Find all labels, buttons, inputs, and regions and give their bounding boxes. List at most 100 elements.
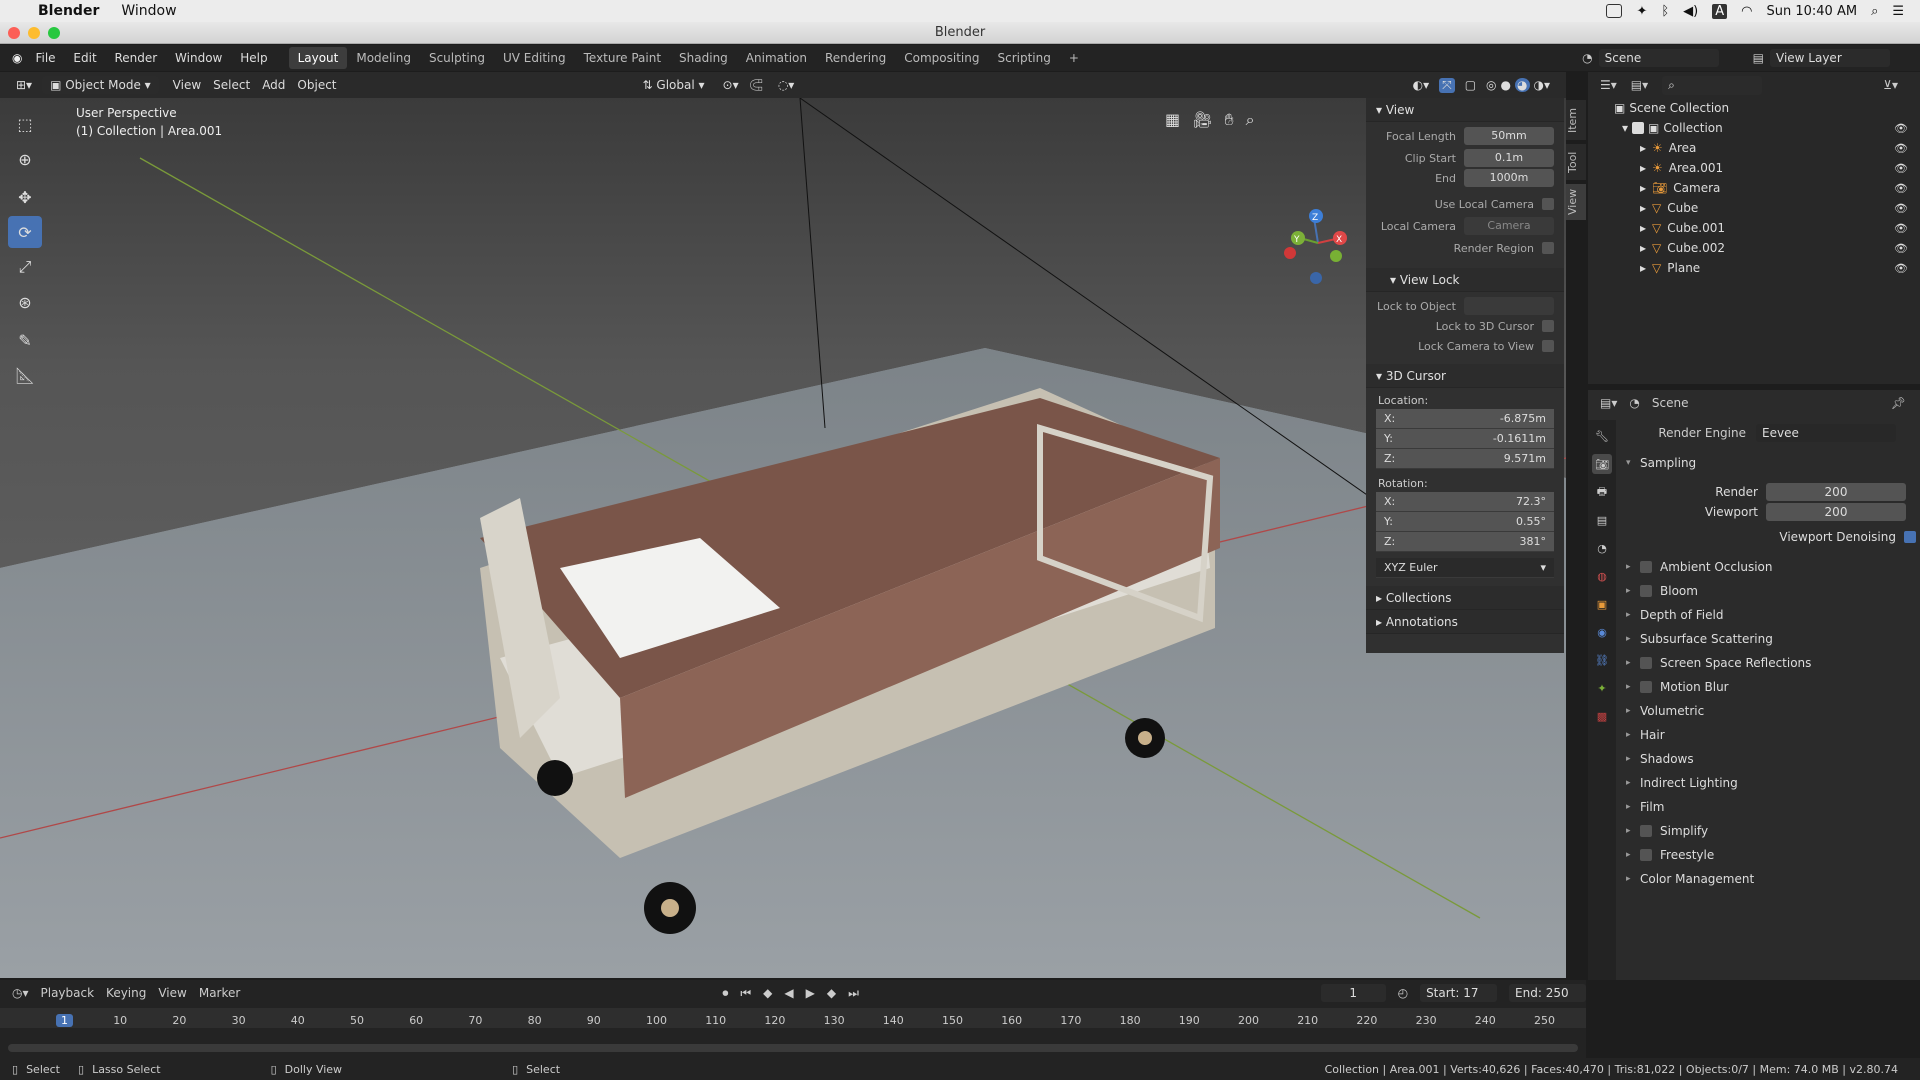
3d-viewport[interactable]: Z X Y User Perspective (1) Collection | … [0, 98, 1566, 978]
outliner-item[interactable]: ▸ ▽ Cube.001 👁︎ [1588, 218, 1920, 238]
window-menu[interactable]: Window [121, 3, 176, 19]
texture-props-icon[interactable]: ▩ [1592, 706, 1612, 726]
eye-icon[interactable]: 👁︎ [1894, 182, 1908, 195]
section-volumetric[interactable]: ▸ Volumetric [1626, 701, 1916, 721]
annotate-tool-icon[interactable]: ✎ [8, 324, 42, 356]
notification-icon[interactable]: ☰ [1892, 4, 1904, 19]
tab-item[interactable]: Item [1566, 100, 1586, 140]
view-section-header[interactable]: ▾ View [1366, 98, 1564, 122]
physics-props-icon[interactable]: ◉ [1592, 622, 1612, 642]
clip-start-field[interactable]: 0.1m [1464, 149, 1554, 167]
outliner-item[interactable]: ▸ 📷︎ Camera 👁︎ [1588, 178, 1920, 198]
view-layer-props-icon[interactable]: ▤ [1592, 510, 1612, 530]
eye-icon[interactable]: 👁︎ [1894, 142, 1908, 155]
cursor-rot-y[interactable]: Y: 0.55° [1376, 512, 1554, 532]
navigation-gizmo[interactable]: Z X Y [1284, 209, 1347, 284]
section-motion-blur[interactable]: ▸ Motion Blur [1626, 677, 1916, 697]
cursor-rot-z[interactable]: Z: 381° [1376, 532, 1554, 552]
tab-layout[interactable]: Layout [288, 47, 348, 69]
rotation-mode-dropdown[interactable]: XYZ Euler ▾ [1376, 558, 1554, 578]
constraint-props-icon[interactable]: ⛓︎ [1592, 650, 1612, 670]
transform-tool-icon[interactable]: ⊛ [8, 286, 42, 318]
select-menu[interactable]: Select [213, 78, 250, 92]
section-depth-of-field[interactable]: ▸ Depth of Field [1626, 605, 1916, 625]
cursor-rot-x[interactable]: X: 72.3° [1376, 492, 1554, 512]
viewport-samples-field[interactable]: 200 [1766, 503, 1906, 521]
scene-props-tab-icon[interactable]: ◔ [1592, 538, 1612, 558]
collection-checkbox[interactable] [1632, 122, 1645, 134]
section-hair[interactable]: ▸ Hair [1626, 725, 1916, 745]
timeline-editor-icon[interactable]: ◷▾ [12, 986, 29, 1000]
outliner-editor-icon[interactable]: ☰▾ [1600, 78, 1617, 92]
minimize-window-button[interactable] [28, 27, 40, 39]
section-ambient-occlusion[interactable]: ▸ Ambient Occlusion [1626, 557, 1916, 577]
keying-menu[interactable]: Keying [106, 986, 146, 1000]
display-mode-icon[interactable]: ▤▾ [1631, 78, 1648, 92]
pan-hand-icon[interactable]: ✋︎ [1224, 110, 1233, 130]
add-menu[interactable]: Add [262, 78, 285, 92]
eye-icon[interactable]: 👁︎ [1894, 162, 1908, 175]
clock-icon[interactable]: ◴ [1398, 986, 1408, 1000]
timeline-scrollbar[interactable] [8, 1044, 1578, 1052]
denoise-checkbox[interactable] [1904, 531, 1916, 543]
view-menu[interactable]: View [173, 78, 201, 92]
properties-editor-icon[interactable]: ▤▾ [1600, 396, 1617, 410]
lock-3d-cursor-checkbox[interactable] [1542, 320, 1554, 332]
bluetooth-icon[interactable]: ᛒ [1661, 4, 1669, 19]
section-checkbox[interactable] [1640, 561, 1652, 573]
section-film[interactable]: ▸ Film [1626, 797, 1916, 817]
shading-wire-icon[interactable]: ◎ [1486, 78, 1496, 92]
section-simplify[interactable]: ▸ Simplify [1626, 821, 1916, 841]
outliner-collection[interactable]: ▾ ▣ Collection 👁︎ [1588, 118, 1920, 138]
shading-solid-icon[interactable]: ● [1501, 78, 1511, 92]
orientation-selector[interactable]: ⇅ Global ▾ [643, 78, 705, 92]
blender-logo-icon[interactable]: ◉ [12, 51, 22, 65]
tab-tool[interactable]: Tool [1566, 144, 1586, 180]
outliner-scene-collection[interactable]: ▣ Scene Collection [1588, 98, 1920, 118]
outliner-search-input[interactable]: ⌕ [1662, 75, 1763, 95]
jump-start-icon[interactable]: ⏮ [740, 986, 751, 1001]
camera-view-icon[interactable]: 🎥︎ [1192, 110, 1212, 130]
eye-icon[interactable]: 👁︎ [1894, 242, 1908, 255]
eye-icon[interactable]: 👁︎ [1894, 202, 1908, 215]
cursor-loc-y[interactable]: Y: -0.1611m [1376, 429, 1554, 449]
teamviewer-icon[interactable] [1606, 4, 1623, 18]
pin-icon[interactable]: 📌︎ [1891, 396, 1906, 410]
3d-cursor-header[interactable]: ▾ 3D Cursor [1366, 364, 1564, 388]
filter-icon[interactable]: ⊻▾ [1883, 78, 1898, 92]
collections-header[interactable]: ▸ Collections [1366, 586, 1564, 610]
section-indirect-lighting[interactable]: ▸ Indirect Lighting [1626, 773, 1916, 793]
render-samples-field[interactable]: 200 [1766, 483, 1906, 501]
local-camera-field[interactable]: Camera [1464, 217, 1554, 235]
input-source-icon[interactable]: A [1712, 3, 1728, 19]
section-subsurface-scattering[interactable]: ▸ Subsurface Scattering [1626, 629, 1916, 649]
tab-view[interactable]: View [1566, 184, 1586, 220]
scene-icon[interactable]: ◔ [1582, 51, 1592, 65]
use-local-camera-checkbox[interactable] [1542, 198, 1554, 210]
world-props-icon[interactable]: ◍ [1592, 566, 1612, 586]
section-screen-space-reflections[interactable]: ▸ Screen Space Reflections [1626, 653, 1916, 673]
menu-help[interactable]: Help [240, 51, 267, 65]
output-props-icon[interactable]: 🖶︎ [1592, 482, 1612, 502]
render-engine-dropdown[interactable]: Eevee [1756, 424, 1896, 442]
tab-animation[interactable]: Animation [737, 47, 816, 69]
next-key-icon[interactable]: ◆ [827, 986, 836, 1000]
data-props-icon[interactable]: ✦ [1592, 678, 1612, 698]
prev-key-icon[interactable]: ◆ [763, 986, 772, 1000]
scene-selector[interactable]: Scene [1598, 49, 1719, 67]
object-menu[interactable]: Object [297, 78, 336, 92]
tab-texture-paint[interactable]: Texture Paint [575, 47, 670, 69]
menu-edit[interactable]: Edit [73, 51, 96, 65]
section-checkbox[interactable] [1640, 681, 1652, 693]
measure-tool-icon[interactable]: 📐︎ [8, 359, 42, 391]
overlay-icon[interactable]: ◐▾ [1413, 78, 1430, 92]
editor-type-icon[interactable]: ⊞▾ [16, 78, 32, 92]
eye-icon[interactable]: 👁︎ [1894, 222, 1908, 235]
menu-file[interactable]: File [35, 51, 55, 65]
wifi-icon[interactable]: ◠ [1741, 4, 1752, 19]
timeline-view-menu[interactable]: View [158, 986, 186, 1000]
dropbox-icon[interactable]: ✦ [1636, 4, 1647, 19]
render-region-checkbox[interactable] [1542, 242, 1554, 254]
section-bloom[interactable]: ▸ Bloom [1626, 581, 1916, 601]
proportional-icon[interactable]: ◌▾ [778, 78, 795, 92]
